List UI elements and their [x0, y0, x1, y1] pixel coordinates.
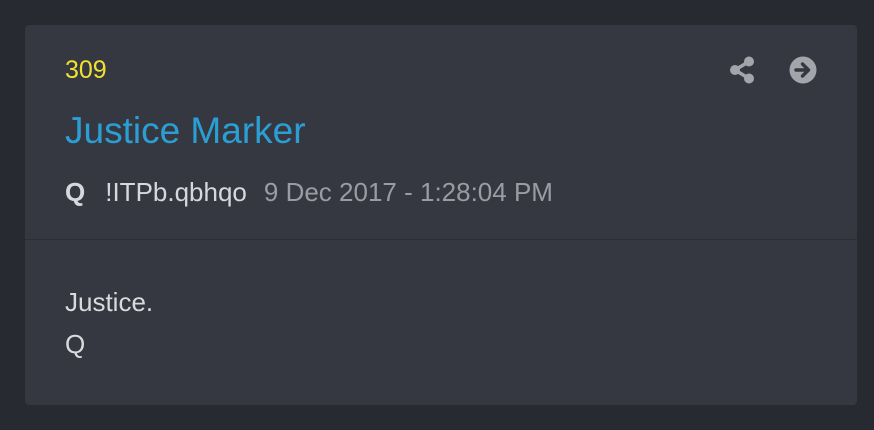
post-number: 309: [65, 56, 107, 84]
post-title[interactable]: Justice Marker: [65, 109, 306, 153]
post-meta: Q !ITPb.qbhqo 9 Dec 2017 - 1:28:04 PM: [65, 175, 553, 209]
post-body-line: Q: [65, 329, 86, 359]
post-header: 309 Justice Marker Q !ITPb.qbhqo 9 Dec 2…: [25, 25, 857, 240]
author-tripcode: !ITPb.qbhqo: [105, 176, 247, 207]
share-button[interactable]: [728, 56, 756, 84]
arrow-circle-right-icon: [789, 56, 817, 84]
author-name: Q: [65, 176, 86, 207]
post-timestamp: 9 Dec 2017 - 1:28:04 PM: [263, 176, 553, 207]
post-card: 309 Justice Marker Q !ITPb.qbhqo 9 Dec 2…: [25, 25, 857, 405]
post-body: Justice. Q: [65, 281, 153, 365]
post-actions: [728, 55, 817, 85]
share-icon: [730, 56, 754, 84]
post-body-line: Justice.: [65, 287, 154, 317]
open-post-button[interactable]: [789, 56, 817, 84]
